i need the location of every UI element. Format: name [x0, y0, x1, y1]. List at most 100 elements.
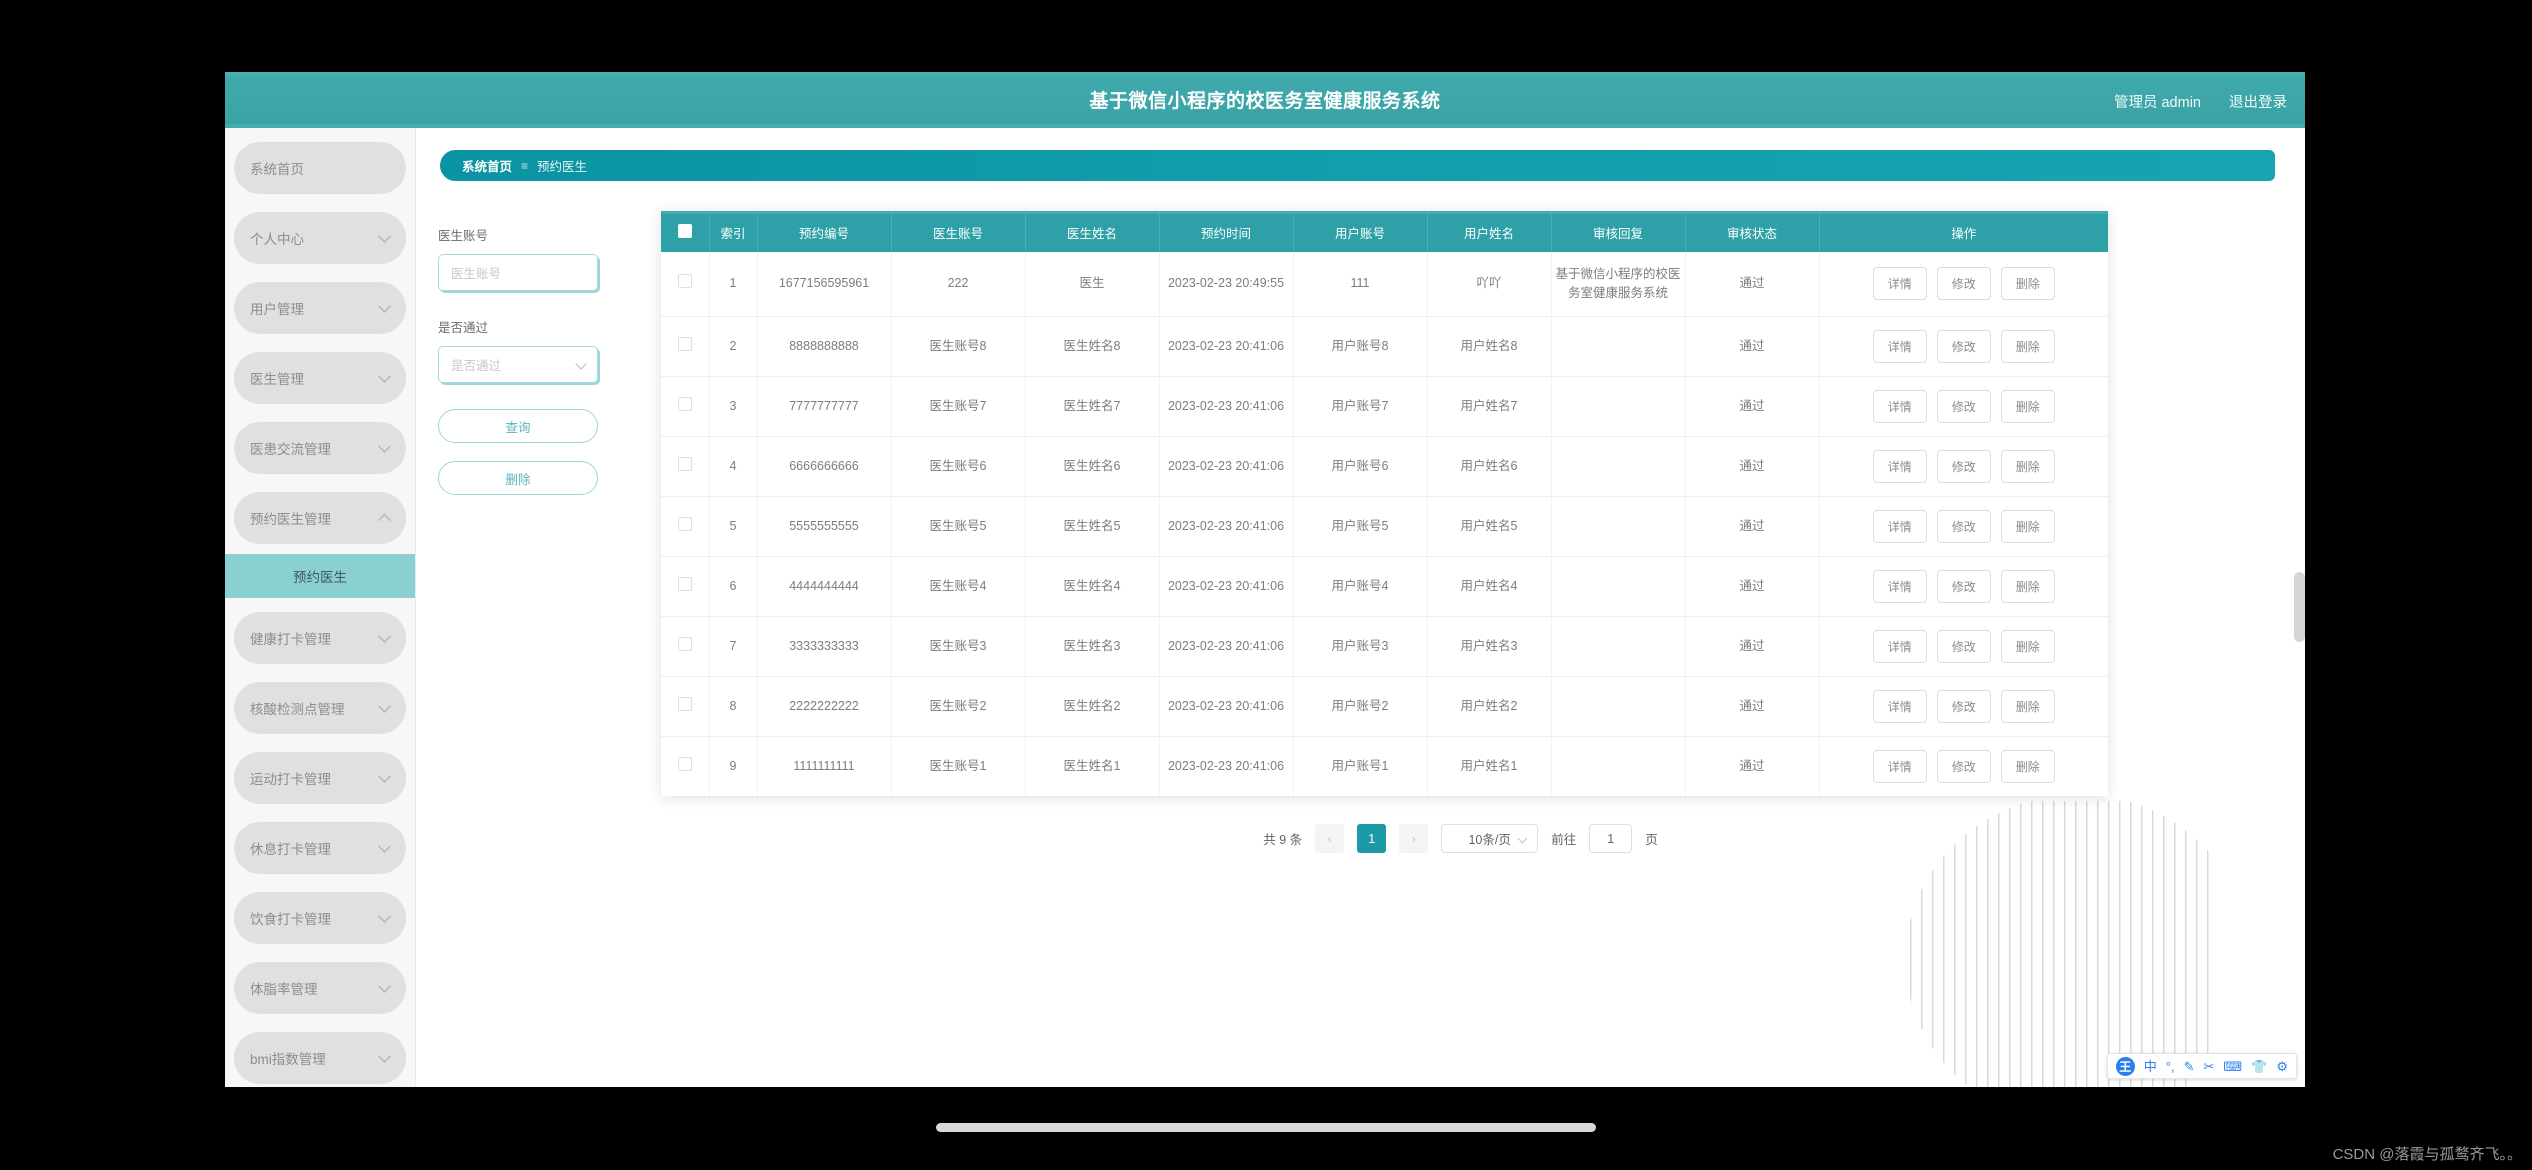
pagination-jump-input[interactable]: 1	[1589, 824, 1633, 854]
row-checkbox[interactable]	[677, 576, 692, 591]
ime-skin-icon[interactable]: 👕	[2251, 1060, 2267, 1073]
detail-button[interactable]: 详情	[1872, 390, 1927, 424]
sidebar-item-exercise-checkin[interactable]: 运动打卡管理	[234, 752, 406, 804]
row-checkbox[interactable]	[677, 636, 692, 651]
sidebar[interactable]: 系统首页 个人中心 用户管理 医生管理 医患交流管理 预约医生管理 预约医生 健…	[225, 128, 416, 1087]
sidebar-item-home[interactable]: 系统首页	[234, 142, 406, 194]
delete-button[interactable]: 删除	[2000, 267, 2055, 301]
breadcrumb-home[interactable]: 系统首页	[462, 156, 512, 175]
detail-button[interactable]: 详情	[1872, 510, 1927, 544]
action-button-group: 详情 修改 删除	[1824, 510, 2105, 544]
delete-button[interactable]: 删除	[2000, 570, 2055, 604]
pagination-page-size-select[interactable]: 10条/页	[1441, 824, 1539, 854]
vertical-scrollbar-thumb[interactable]	[2294, 572, 2305, 642]
cell-user-name: 用户姓名1	[1427, 736, 1552, 797]
column-user-name: 用户姓名	[1427, 211, 1552, 252]
chevron-up-icon	[378, 513, 391, 527]
pagination-page-1[interactable]: 1	[1357, 824, 1387, 854]
cell-review-reply	[1551, 496, 1686, 558]
edit-button[interactable]: 修改	[1936, 267, 1991, 301]
row-checkbox[interactable]	[677, 396, 692, 411]
doctor-account-placeholder: 医生账号	[451, 267, 502, 281]
sidebar-item-label: 健康打卡管理	[250, 632, 331, 647]
search-button[interactable]: 查询	[438, 409, 598, 443]
row-checkbox[interactable]	[677, 456, 692, 471]
sidebar-item-bmi[interactable]: bmi指数管理	[234, 1032, 406, 1084]
ime-language-icon[interactable]: 中	[2144, 1060, 2157, 1073]
row-checkbox[interactable]	[677, 516, 692, 531]
delete-button[interactable]: 删除	[2000, 630, 2055, 664]
pagination-next-button[interactable]: ›	[1399, 824, 1429, 854]
detail-button[interactable]: 详情	[1872, 267, 1927, 301]
detail-button[interactable]: 详情	[1872, 750, 1927, 784]
sidebar-item-health-checkin[interactable]: 健康打卡管理	[234, 612, 406, 664]
logout-link[interactable]: 退出登录	[2229, 91, 2287, 112]
edit-button[interactable]: 修改	[1936, 510, 1991, 544]
delete-button[interactable]: 删除	[2000, 750, 2055, 784]
ime-toolbar[interactable]: 王 中 °, ✎ ✂ ⌨ 👕 ⚙	[2106, 1053, 2297, 1079]
sidebar-item-diet-checkin[interactable]: 饮食打卡管理	[234, 892, 406, 944]
ime-scissors-icon[interactable]: ✂	[2203, 1060, 2214, 1073]
ime-settings-gear-icon[interactable]: ⚙	[2276, 1060, 2288, 1073]
sidebar-item-body-fat[interactable]: 体脂率管理	[234, 962, 406, 1014]
cell-operations: 详情 修改 删除	[1819, 737, 2108, 797]
delete-button[interactable]: 删除	[2000, 330, 2055, 364]
column-review-status: 审核状态	[1685, 211, 1820, 252]
content-row: 医生账号 医生账号 是否通过 是否通过 查询 删除 索引 预约编号 医生账号 医…	[416, 181, 2305, 797]
row-checkbox[interactable]	[677, 696, 692, 711]
sidebar-item-label: 体脂率管理	[250, 982, 318, 997]
cell-order-no: 1677156595961	[757, 251, 892, 318]
doctor-account-input[interactable]: 医生账号	[438, 254, 598, 291]
ime-logo-icon[interactable]: 王	[2115, 1056, 2135, 1076]
select-all-header[interactable]	[661, 211, 710, 252]
edit-button[interactable]: 修改	[1936, 330, 1991, 364]
detail-button[interactable]: 详情	[1872, 690, 1927, 724]
delete-button[interactable]: 删除	[2000, 510, 2055, 544]
select-all-checkbox[interactable]	[677, 224, 692, 239]
pagination-jump-unit: 页	[1645, 833, 1658, 848]
edit-button[interactable]: 修改	[1936, 390, 1991, 424]
sidebar-subitem-appointment-doctor[interactable]: 预约医生	[225, 554, 415, 598]
sidebar-item-patient-communication[interactable]: 医患交流管理	[234, 422, 406, 474]
sidebar-item-nucleic-test-site[interactable]: 核酸检测点管理	[234, 682, 406, 734]
cell-operations: 详情 修改 删除	[1819, 251, 2108, 318]
chevron-down-icon	[378, 629, 391, 643]
cell-user-account: 用户账号3	[1293, 616, 1428, 678]
edit-button[interactable]: 修改	[1936, 450, 1991, 484]
ime-pen-icon[interactable]: ✎	[2184, 1060, 2195, 1073]
edit-button[interactable]: 修改	[1936, 630, 1991, 664]
edit-button[interactable]: 修改	[1936, 690, 1991, 724]
row-checkbox[interactable]	[677, 336, 692, 351]
batch-delete-button[interactable]: 删除	[438, 461, 598, 495]
column-user-account: 用户账号	[1293, 211, 1428, 252]
current-user-label: 管理员 admin	[2113, 94, 2201, 111]
sidebar-item-user-management[interactable]: 用户管理	[234, 282, 406, 334]
detail-button[interactable]: 详情	[1872, 630, 1927, 664]
sidebar-item-appointment-management[interactable]: 预约医生管理	[234, 492, 406, 544]
detail-button[interactable]: 详情	[1872, 450, 1927, 484]
sidebar-item-rest-checkin[interactable]: 休息打卡管理	[234, 822, 406, 874]
approved-select[interactable]: 是否通过	[438, 346, 598, 383]
taskbar-home-indicator[interactable]	[936, 1123, 1596, 1132]
edit-button[interactable]: 修改	[1936, 570, 1991, 604]
row-checkbox[interactable]	[677, 756, 692, 771]
cell-user-account: 用户账号1	[1293, 736, 1428, 797]
row-checkbox[interactable]	[677, 273, 692, 288]
sidebar-item-doctor-management[interactable]: 医生管理	[234, 352, 406, 404]
delete-button[interactable]: 删除	[2000, 690, 2055, 724]
cell-review-reply: 基于微信小程序的校医务室健康服务系统	[1551, 251, 1686, 318]
edit-button[interactable]: 修改	[1936, 750, 1991, 784]
cell-order-no: 7777777777	[757, 376, 892, 438]
cell-doctor-name: 医生姓名3	[1025, 616, 1160, 678]
ime-keyboard-icon[interactable]: ⌨	[2223, 1060, 2242, 1073]
cell-appointment-time: 2023-02-23 20:41:06	[1159, 616, 1294, 678]
cell-review-status: 通过	[1685, 736, 1820, 797]
appointments-table: 索引 预约编号 医生账号 医生姓名 预约时间 用户账号 用户姓名 审核回复 审核…	[661, 211, 2108, 797]
sidebar-item-profile[interactable]: 个人中心	[234, 212, 406, 264]
delete-button[interactable]: 删除	[2000, 390, 2055, 424]
pagination-prev-button[interactable]: ‹	[1315, 824, 1345, 854]
detail-button[interactable]: 详情	[1872, 330, 1927, 364]
detail-button[interactable]: 详情	[1872, 570, 1927, 604]
ime-punctuation-icon[interactable]: °,	[2166, 1060, 2175, 1073]
delete-button[interactable]: 删除	[2000, 450, 2055, 484]
